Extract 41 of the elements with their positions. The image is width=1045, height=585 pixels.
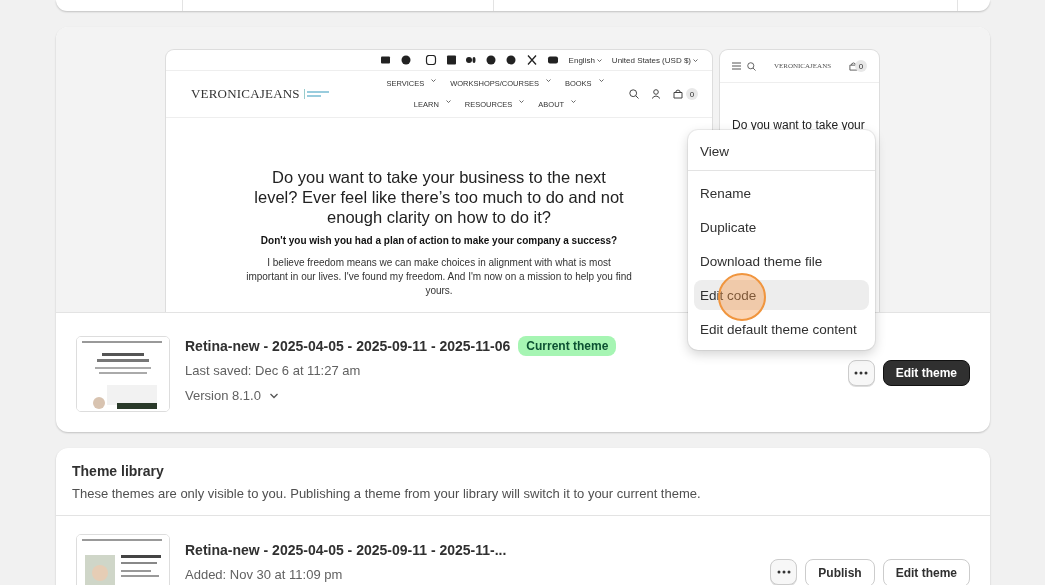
- section-title: Theme library: [72, 463, 165, 479]
- language-selector[interactable]: English: [568, 55, 595, 65]
- more-icon: [776, 570, 791, 574]
- tagline-drawing: [303, 89, 330, 99]
- chevron-icon: [519, 100, 525, 103]
- cart-count: 0: [686, 88, 698, 100]
- menu-item[interactable]: View: [694, 136, 869, 166]
- account-icon[interactable]: [651, 89, 661, 99]
- section-description: These themes are only visible to you. Publishing a theme from your library will switch it to your current theme.: [72, 486, 702, 501]
- chevron-icon: [596, 58, 602, 62]
- theme-name: Retina-new - 2025-04-05 - 2025-09-11 - 2025-11-06: [185, 338, 511, 354]
- last-saved-text: Last saved: Dec 6 at 11:27 am: [185, 363, 362, 378]
- version-dropdown[interactable]: Version 8.1.0: [185, 388, 279, 403]
- menu-item[interactable]: Edit default theme content: [694, 314, 869, 344]
- menu-item[interactable]: Duplicate: [694, 212, 869, 242]
- more-icon: [854, 371, 869, 375]
- chevron-icon: [268, 392, 279, 399]
- cart-count: 0: [855, 60, 867, 72]
- chevron-icon: [545, 79, 551, 82]
- chevron-icon: [693, 58, 698, 62]
- hero-headline: Do you want to take your business to the next level? Ever feel like there’s too much to do and not enough clarity on how to do it?: [253, 167, 625, 227]
- cart-icon[interactable]: [849, 61, 858, 71]
- added-date-text: Added: Nov 30 at 11:09 pm: [185, 567, 344, 582]
- search-icon[interactable]: [629, 89, 639, 99]
- chevron-icon: [431, 79, 437, 82]
- site-logo: VERONICAJEANS: [191, 86, 300, 102]
- menu-item[interactable]: Download theme file: [694, 246, 869, 276]
- theme-name: Retina-new - 2025-04-05 - 2025-09-11 - 2025-11-...: [185, 542, 507, 558]
- cart-icon[interactable]: [673, 89, 683, 99]
- theme-action-button[interactable]: Publish: [805, 559, 875, 585]
- chevron-icon: [445, 100, 451, 103]
- edit-theme-button[interactable]: Edit theme: [882, 360, 970, 386]
- hero-subheading: Don't you wish you had a plan of action to make your company a success?: [259, 235, 619, 246]
- theme-action-button[interactable]: Edit theme: [882, 559, 970, 585]
- currency-selector[interactable]: United States (USD $): [611, 55, 691, 65]
- search-icon[interactable]: [747, 61, 756, 71]
- status-badge: Current theme: [518, 336, 617, 356]
- hero-paragraph: I believe freedom means we can make choices in alignment with what is most important in our lives. I've found my freedom. And I'm now on a mission to help you find yours.: [246, 256, 632, 298]
- menu-item[interactable]: Rename: [694, 178, 869, 208]
- chevron-icon: [598, 79, 604, 82]
- chevron-icon: [571, 100, 577, 103]
